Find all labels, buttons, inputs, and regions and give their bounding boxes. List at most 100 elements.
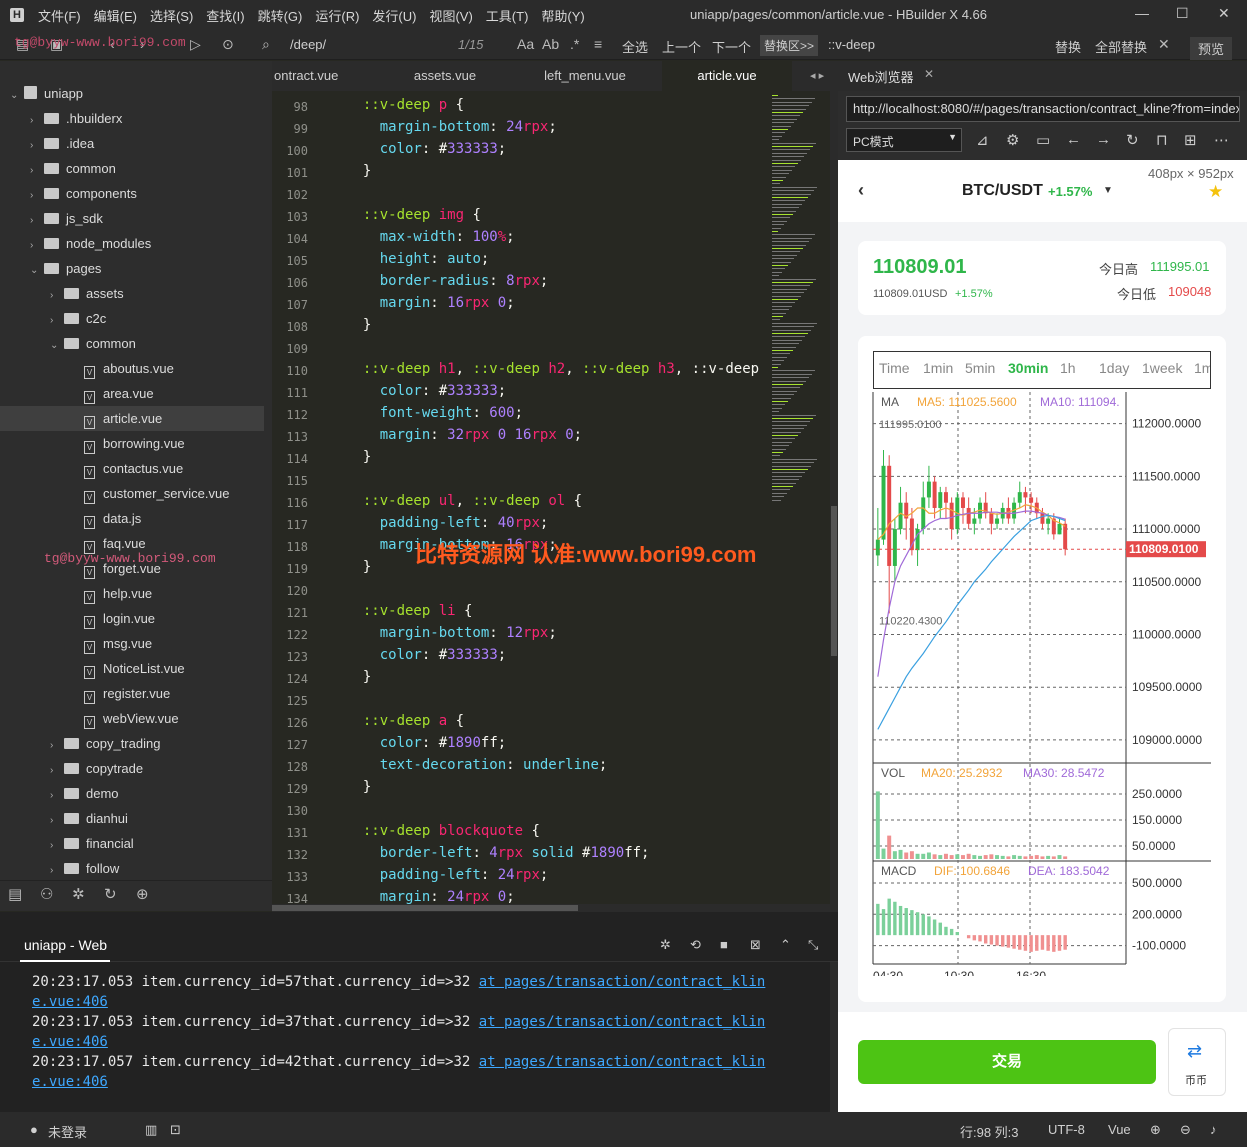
chevron-down-icon[interactable]: ⌄	[30, 258, 44, 283]
code-line[interactable]: height: auto;	[346, 251, 490, 267]
tree-folder[interactable]: › copy_trading	[50, 731, 160, 756]
tree-file[interactable]: Vregister.vue	[70, 681, 170, 706]
chevron-right-icon[interactable]: ›	[30, 208, 44, 233]
code-line[interactable]: margin: 32rpx 0 16rpx 0;	[346, 427, 582, 443]
code-line[interactable]: }	[346, 559, 371, 575]
arrow-left-icon[interactable]: ←	[1066, 131, 1081, 148]
coin-button[interactable]: ⇄ 币币	[1168, 1028, 1226, 1096]
tab-left-menu[interactable]: left_menu.vue	[510, 61, 660, 91]
debug-icon[interactable]: ⊙	[222, 36, 234, 53]
trade-button[interactable]: 交易	[858, 1040, 1156, 1084]
code-line[interactable]: color: #1890ff;	[346, 735, 506, 751]
tree-folder[interactable]: › c2c	[50, 306, 106, 331]
tree-folder[interactable]: › node_modules	[30, 231, 151, 256]
files-icon[interactable]: ▤	[8, 885, 22, 903]
tree-file[interactable]: Varticle.vue	[0, 406, 264, 431]
regex-icon[interactable]: .*	[570, 36, 579, 52]
code-line[interactable]: ::v-deep p {	[346, 97, 464, 113]
search-status-icon[interactable]: ⊕	[1150, 1122, 1161, 1138]
console-restart-icon[interactable]: ⟲	[690, 937, 701, 953]
tree-folder[interactable]: › follow	[50, 856, 119, 881]
code-line[interactable]: ::v-deep h1, ::v-deep h2, ::v-deep h3, :…	[346, 361, 759, 377]
console-debug-icon[interactable]: ✲	[660, 937, 671, 953]
bell-icon[interactable]: ♪	[1210, 1122, 1217, 1137]
minimap[interactable]	[770, 91, 828, 911]
tree-file[interactable]: Vaboutus.vue	[70, 356, 174, 381]
maximize-icon[interactable]: ☐	[1176, 5, 1189, 22]
chevron-right-icon[interactable]: ›	[50, 308, 64, 333]
code-line[interactable]: }	[346, 669, 371, 685]
code-line[interactable]: ::v-deep blockquote {	[346, 823, 540, 839]
refresh-icon[interactable]: ↻	[1126, 131, 1139, 149]
log-link-cont[interactable]: e.vue:406	[32, 1034, 108, 1050]
code-line[interactable]: }	[346, 449, 371, 465]
tree-file[interactable]: Vlogin.vue	[70, 606, 155, 631]
console-toggle-icon[interactable]: ▭	[1036, 131, 1050, 149]
chevron-right-icon[interactable]: ›	[50, 283, 64, 308]
chevron-right-icon[interactable]: ›	[50, 808, 64, 833]
tree-file[interactable]: V NoticeList.vue	[70, 656, 185, 681]
chevron-right-icon[interactable]: ›	[50, 733, 64, 758]
tree-file[interactable]: Vcustomer_service.vue	[70, 481, 229, 506]
down-status-icon[interactable]: ⊖	[1180, 1122, 1191, 1138]
code-line[interactable]: color: #333333;	[346, 647, 506, 663]
prev-button[interactable]: 上一个	[662, 37, 701, 56]
select-all-button[interactable]: 全选	[622, 37, 648, 56]
menu-item[interactable]: 选择(S)	[150, 6, 193, 25]
chevron-right-icon[interactable]: ›	[30, 133, 44, 158]
language-mode[interactable]: Vue	[1108, 1122, 1131, 1137]
chevron-down-icon[interactable]: ⌄	[10, 83, 24, 108]
replace-all-button[interactable]: 全部替换	[1095, 37, 1147, 56]
menu-item[interactable]: 查找(I)	[206, 6, 244, 25]
replace-button[interactable]: 替换	[1055, 37, 1081, 56]
mode-select[interactable]: PC模式 ▼	[846, 128, 962, 152]
menu-item[interactable]: 跳转(G)	[258, 6, 303, 25]
word-icon[interactable]: Ab	[542, 36, 559, 52]
tree-folder[interactable]: › components	[30, 181, 137, 206]
search-icon[interactable]: ⌕	[262, 36, 270, 53]
tree-folder[interactable]: › .hbuilderx	[30, 106, 122, 131]
tree-folder[interactable]: › .idea	[30, 131, 94, 156]
code-line[interactable]: color: #333333;	[346, 141, 506, 157]
browser-tab-close-icon[interactable]: ✕	[924, 67, 934, 81]
log-link-cont[interactable]: e.vue:406	[32, 1074, 108, 1090]
user-icon[interactable]: ●	[30, 1122, 38, 1137]
replace-input[interactable]: ::v-deep	[828, 37, 875, 52]
chevron-right-icon[interactable]: ›	[50, 833, 64, 858]
code-line[interactable]: text-decoration: underline;	[346, 757, 608, 773]
tree-folder[interactable]: › dianhui	[50, 806, 128, 831]
tree-folder[interactable]: › demo	[50, 781, 119, 806]
pair-dropdown-icon[interactable]: ▼	[1103, 185, 1113, 196]
binoculars-icon[interactable]: ⚇	[40, 885, 53, 903]
scan-icon[interactable]: ⊞	[1184, 131, 1197, 149]
tab-scroll-icon[interactable]: ◂ ▸	[810, 69, 824, 82]
replace-area-toggle[interactable]: 替换区>>	[760, 35, 819, 56]
lock-icon[interactable]: ⊓	[1156, 131, 1168, 149]
settings-icon[interactable]: ⚙	[1006, 131, 1019, 149]
close-icon[interactable]: ✕	[1218, 5, 1230, 22]
chevron-right-icon[interactable]: ›	[50, 783, 64, 808]
chevron-right-icon[interactable]: ›	[30, 158, 44, 183]
list-icon[interactable]: ≡	[594, 36, 602, 52]
code-line[interactable]: margin: 16rpx 0;	[346, 295, 515, 311]
menu-item[interactable]: 发行(U)	[372, 6, 416, 25]
tree-folder[interactable]: › financial	[50, 831, 134, 856]
code-line[interactable]: }	[346, 779, 371, 795]
menu-item[interactable]: 工具(T)	[486, 6, 529, 25]
terminal-icon[interactable]: ⊡	[170, 1122, 181, 1138]
tree-folder[interactable]: › js_sdk	[30, 206, 103, 231]
code-line[interactable]: font-weight: 600;	[346, 405, 523, 421]
chevron-right-icon[interactable]: ›	[30, 108, 44, 133]
log-link[interactable]: at pages/transaction/contract_klin	[479, 1054, 766, 1070]
encoding[interactable]: UTF-8	[1048, 1122, 1085, 1137]
code-line[interactable]: }	[346, 317, 371, 333]
run-icon[interactable]: ▷	[190, 36, 201, 53]
console-stop-icon[interactable]: ■	[720, 937, 728, 952]
code-line[interactable]: border-radius: 8rpx;	[346, 273, 549, 289]
tree-file[interactable]: Vcontactus.vue	[70, 456, 183, 481]
preview-button[interactable]: 预览	[1190, 37, 1233, 60]
menu-item[interactable]: 帮助(Y)	[541, 6, 584, 25]
tree-folder[interactable]: › assets	[50, 281, 124, 306]
pair-name[interactable]: BTC/USDT	[962, 182, 1043, 200]
tree-folder[interactable]: › copytrade	[50, 756, 143, 781]
